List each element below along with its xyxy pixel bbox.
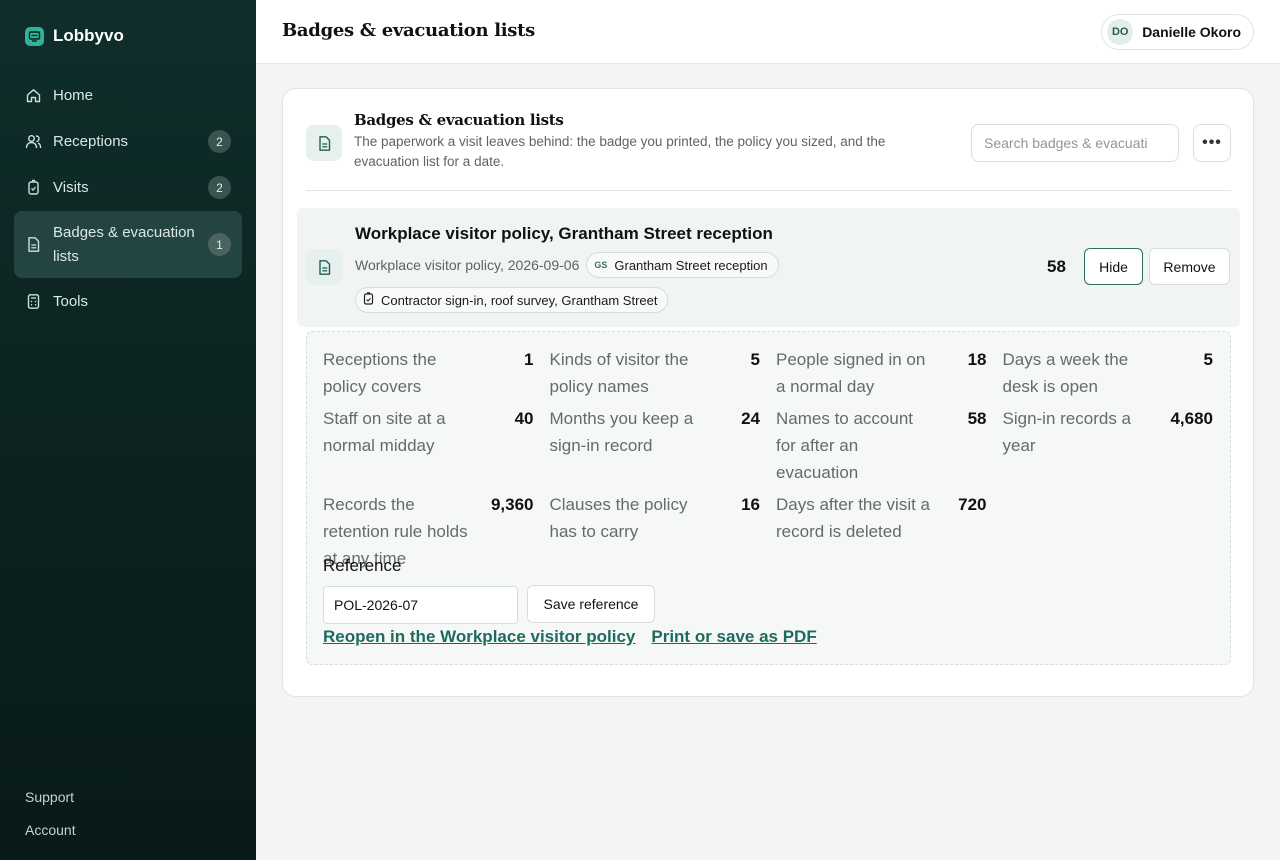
sidebar-item-tools[interactable]: Tools bbox=[14, 279, 242, 324]
print-pdf-link[interactable]: Print or save as PDF bbox=[651, 627, 816, 647]
stat-label: Names to account for after an evacuation bbox=[776, 409, 914, 482]
badge-icon bbox=[363, 292, 374, 308]
more-options-button[interactable]: ••• bbox=[1193, 124, 1231, 162]
item-title: Workplace visitor policy, Grantham Stree… bbox=[355, 224, 773, 243]
support-link[interactable]: Support bbox=[25, 789, 76, 805]
visit-chip[interactable]: Contractor sign-in, roof survey, Grantha… bbox=[355, 287, 669, 313]
stat-label: Receptions the policy covers bbox=[323, 350, 437, 396]
sidebar-item-receptions[interactable]: Receptions 2 bbox=[14, 119, 242, 164]
reference-label: Reference bbox=[323, 556, 402, 575]
sidebar-item-label: Badges & evacuation lists bbox=[53, 223, 195, 265]
stat-item: People signed in on a normal day 18 bbox=[776, 346, 1003, 400]
user-name: Danielle Okoro bbox=[1142, 24, 1241, 40]
card-description: The paperwork a visit leaves behind: the… bbox=[354, 134, 886, 169]
reference-input[interactable] bbox=[323, 586, 518, 624]
sidebar-item-label: Tools bbox=[53, 292, 89, 310]
lobbyvo-logo-icon bbox=[25, 26, 44, 46]
stats-grid: Receptions the policy covers 1 Kinds of v… bbox=[323, 346, 1215, 572]
stat-label: Days after the visit a record is deleted bbox=[776, 495, 931, 541]
page-title: Badges & evacuation lists bbox=[282, 20, 535, 41]
reopen-policy-link[interactable]: Reopen in the Workplace visitor policy bbox=[323, 627, 635, 647]
sidebar-item-label: Home bbox=[53, 86, 94, 104]
search-input[interactable] bbox=[971, 124, 1179, 162]
people-icon bbox=[25, 133, 42, 150]
item-detail-panel: Receptions the policy covers 1 Kinds of v… bbox=[306, 331, 1231, 665]
stat-value: 5 bbox=[1203, 350, 1213, 369]
sidebar-item-label: Receptions bbox=[53, 132, 129, 150]
stat-value: 1 bbox=[524, 350, 534, 369]
stat-value: 4,680 bbox=[1170, 409, 1213, 428]
stat-label: Clauses the policy has to carry bbox=[549, 495, 688, 541]
stat-label: Sign-in records a year bbox=[1002, 409, 1132, 455]
user-menu[interactable]: DO Danielle Okoro bbox=[1101, 14, 1254, 50]
documents-card: Badges & evacuation lists The paperwork … bbox=[282, 88, 1254, 697]
sidebar-item-home[interactable]: Home bbox=[14, 73, 242, 118]
sidebar-footer: Support Account bbox=[25, 772, 76, 838]
home-icon bbox=[25, 87, 42, 104]
avatar: DO bbox=[1107, 19, 1134, 45]
more-dots-icon: ••• bbox=[1202, 134, 1222, 151]
stat-value: 58 bbox=[967, 409, 987, 428]
stat-value: 5 bbox=[750, 350, 760, 369]
stat-value: 9,360 bbox=[490, 495, 534, 514]
card-header: Badges & evacuation lists The paperwork … bbox=[306, 109, 1231, 191]
reception-initials: GS bbox=[594, 260, 608, 270]
sidebar-item-visits[interactable]: Visits 2 bbox=[14, 165, 242, 210]
sidebar-nav: Home Receptions 2 Visits 2 Badges & evac… bbox=[14, 73, 242, 325]
item-count: 58 bbox=[1047, 257, 1066, 276]
stat-value: 720 bbox=[958, 495, 987, 514]
top-header: Badges & evacuation lists DO Danielle Ok… bbox=[256, 0, 1280, 64]
stat-item: Days a week the desk is open 5 bbox=[1003, 346, 1230, 400]
stat-label: Months you keep a sign-in record bbox=[549, 409, 694, 455]
stat-label: People signed in on a normal day bbox=[776, 350, 926, 396]
document-item[interactable]: Workplace visitor policy, Grantham Stree… bbox=[297, 208, 1240, 327]
stat-value: 40 bbox=[514, 409, 534, 428]
document-icon bbox=[25, 236, 42, 253]
sidebar-count-badge: 1 bbox=[208, 233, 231, 256]
sidebar-item-label: Visits bbox=[53, 178, 89, 196]
stat-label: Days a week the desk is open bbox=[1002, 350, 1129, 396]
item-subtitle-row: Workplace visitor policy, 2026-09-06 GS … bbox=[355, 252, 779, 278]
document-icon bbox=[306, 249, 342, 285]
badge-icon bbox=[25, 179, 42, 196]
stat-value: 18 bbox=[967, 350, 987, 369]
stat-item: Names to account for after an evacuation… bbox=[776, 405, 1003, 486]
reception-chip-label: Grantham Street reception bbox=[614, 257, 768, 273]
brand[interactable]: Lobbyvo bbox=[25, 26, 124, 46]
sidebar-item-badges-evacuation-lists[interactable]: Badges & evacuation lists 1 bbox=[14, 211, 242, 278]
stat-item: Days after the visit a record is deleted… bbox=[776, 491, 1003, 572]
sidebar: Lobbyvo Home Receptions 2 Visits 2 Badge… bbox=[0, 0, 256, 860]
app-name: Lobbyvo bbox=[53, 26, 124, 45]
account-link[interactable]: Account bbox=[25, 822, 76, 838]
detail-links: Reopen in the Workplace visitor policy P… bbox=[323, 627, 817, 647]
stat-item: Kinds of visitor the policy names 5 bbox=[550, 346, 777, 400]
item-subtitle: Workplace visitor policy, 2026-09-06 bbox=[355, 257, 580, 273]
stat-value: 16 bbox=[741, 495, 760, 514]
card-title: Badges & evacuation lists bbox=[354, 111, 564, 129]
stat-item: Clauses the policy has to carry 16 bbox=[550, 491, 777, 572]
stat-item: Sign-in records a year 4,680 bbox=[1003, 405, 1230, 486]
document-icon bbox=[306, 125, 342, 161]
save-reference-button[interactable]: Save reference bbox=[527, 585, 655, 623]
sidebar-count-badge: 2 bbox=[208, 130, 231, 153]
visit-chip-label: Contractor sign-in, roof survey, Grantha… bbox=[381, 292, 658, 308]
stat-item: Receptions the policy covers 1 bbox=[323, 346, 550, 400]
remove-button[interactable]: Remove bbox=[1149, 248, 1230, 285]
stat-label: Kinds of visitor the policy names bbox=[549, 350, 689, 396]
stat-label: Staff on site at a normal midday bbox=[323, 409, 446, 455]
sidebar-count-badge: 2 bbox=[208, 176, 231, 199]
calculator-icon bbox=[25, 293, 42, 310]
stat-item: Months you keep a sign-in record 24 bbox=[550, 405, 777, 486]
hide-button[interactable]: Hide bbox=[1084, 248, 1143, 285]
stat-item: Staff on site at a normal midday 40 bbox=[323, 405, 550, 486]
stat-value: 24 bbox=[741, 409, 760, 428]
reception-chip[interactable]: GS Grantham Street reception bbox=[586, 252, 779, 278]
